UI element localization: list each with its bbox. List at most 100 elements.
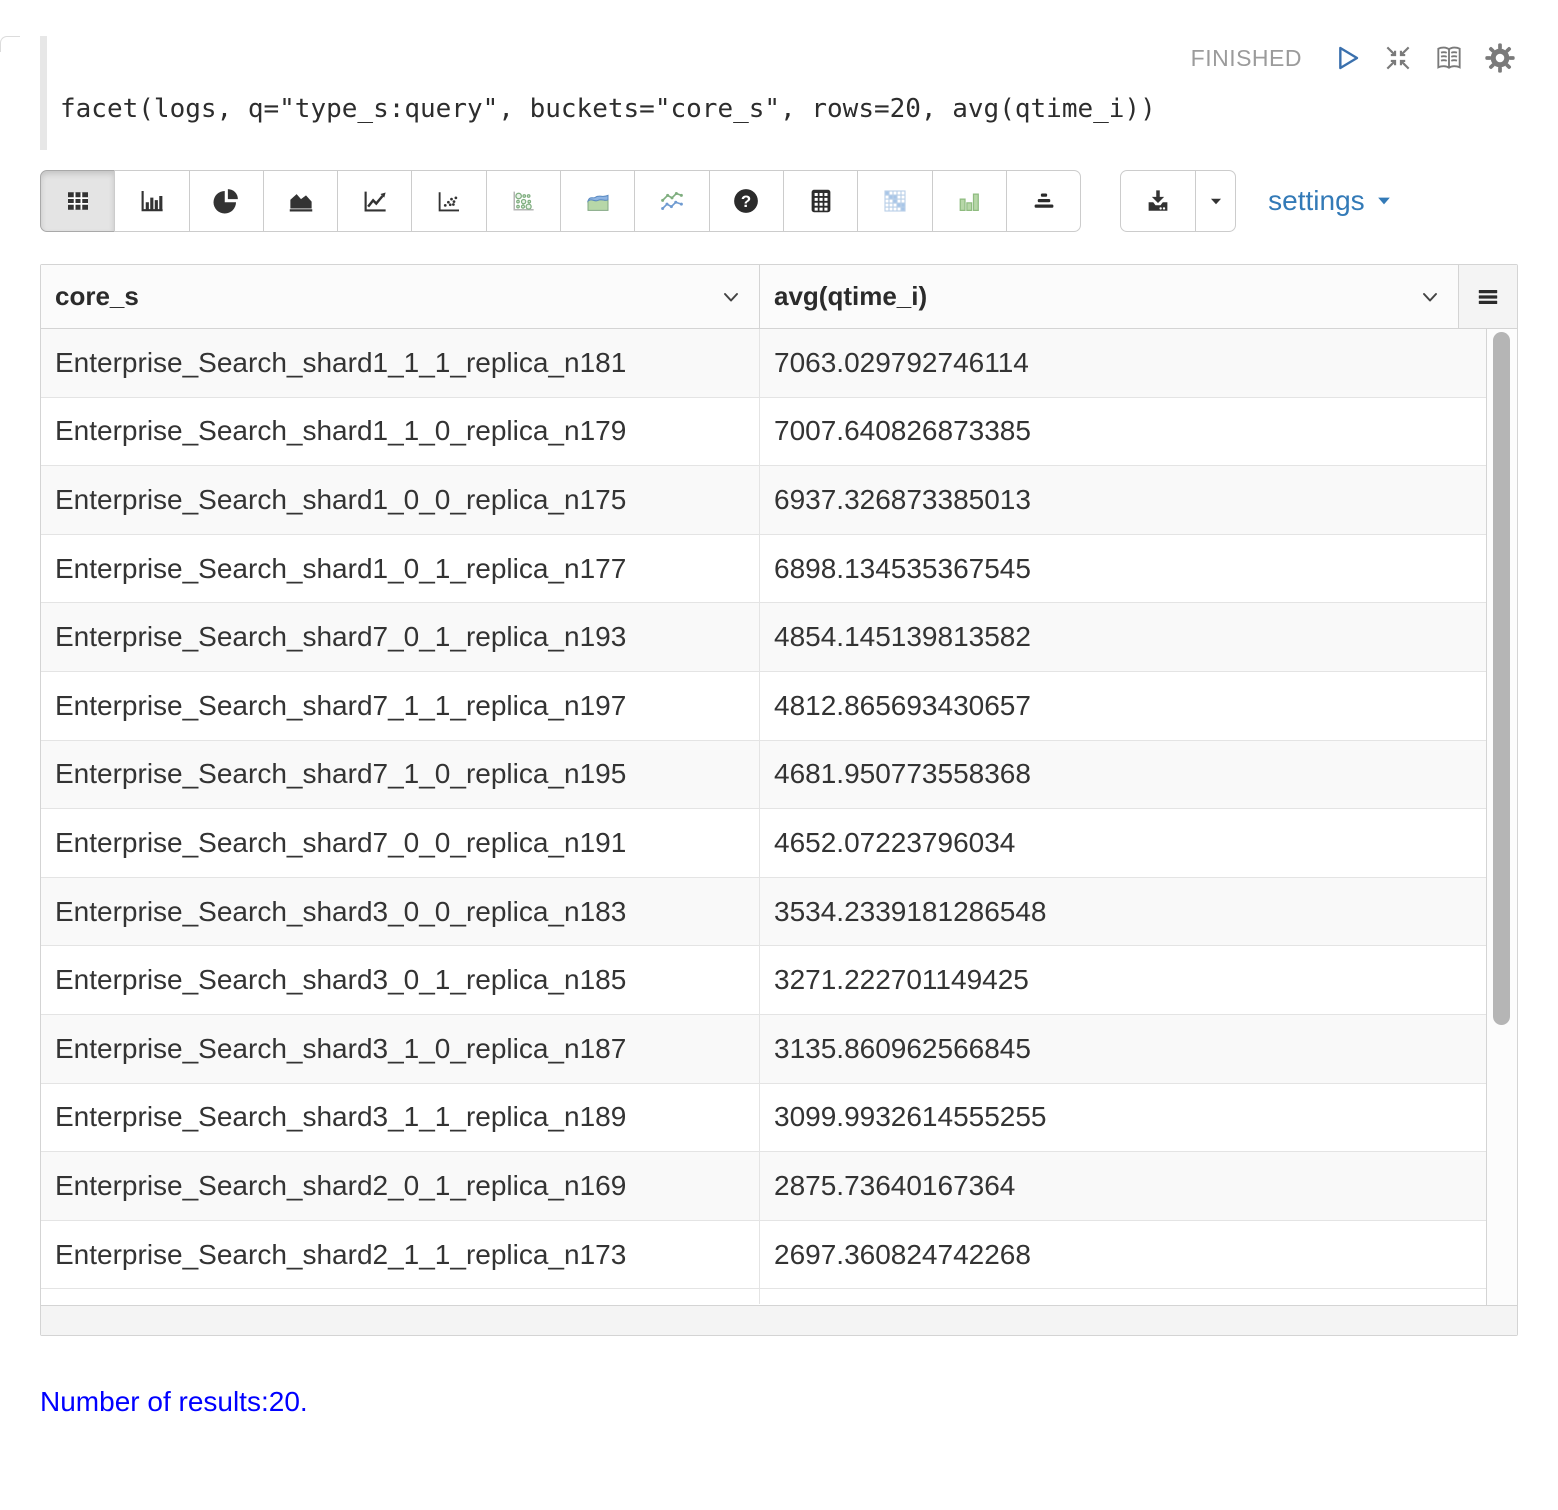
heatmap-icon bbox=[880, 186, 910, 216]
table-row: Enterprise_Search_shard3_0_1_replica_n18… bbox=[41, 946, 1486, 1015]
result-toolbar: ? bbox=[40, 170, 1518, 232]
viz-grid-table-button[interactable] bbox=[783, 170, 858, 232]
table-row: Enterprise_Search_shard7_1_1_replica_n19… bbox=[41, 672, 1486, 741]
core-s-cell: Enterprise_Search_shard1_0_1_replica_n17… bbox=[41, 535, 760, 603]
table-row: Enterprise_Search_shard1_0_0_replica_n17… bbox=[41, 466, 1486, 535]
caret-down-icon bbox=[1205, 190, 1227, 212]
table-row: Enterprise_Search_shard1_0_1_replica_n17… bbox=[41, 535, 1486, 604]
avg-qtime-cell: 4854.145139813582 bbox=[760, 603, 1486, 671]
core-s-cell: Enterprise_Search_shard3_0_1_replica_n18… bbox=[41, 946, 760, 1014]
paragraph-settings-button[interactable] bbox=[1482, 40, 1518, 76]
table-body: Enterprise_Search_shard1_1_1_replica_n18… bbox=[41, 329, 1517, 1305]
scatter-chart-icon bbox=[434, 186, 464, 216]
table-row: Enterprise_Search_shard2_1_1_replica_n17… bbox=[41, 1221, 1486, 1290]
table-row: Enterprise_Search_shard7_0_0_replica_n19… bbox=[41, 809, 1486, 878]
gear-icon bbox=[1484, 42, 1516, 74]
bubble-chart-icon bbox=[508, 186, 538, 216]
grid-menu-button[interactable] bbox=[1459, 265, 1517, 328]
table-row: Enterprise_Search_shard3_1_1_replica_n18… bbox=[41, 1084, 1486, 1153]
table-row: Enterprise_Search_shard7_1_0_replica_n19… bbox=[41, 741, 1486, 810]
core-s-cell: Enterprise_Search_shard3_0_0_replica_n18… bbox=[41, 878, 760, 946]
viz-scatter-chart-button[interactable] bbox=[411, 170, 486, 232]
table-row: Enterprise_Search_shard3_1_0_replica_n18… bbox=[41, 1015, 1486, 1084]
run-button[interactable] bbox=[1329, 40, 1365, 76]
download-group bbox=[1120, 170, 1236, 232]
core-s-cell: Enterprise_Search_shard1_1_1_replica_n18… bbox=[41, 329, 760, 397]
core-s-cell: Enterprise_Search_shard1_1_0_replica_n17… bbox=[41, 398, 760, 466]
chevron-down-icon[interactable] bbox=[1418, 285, 1442, 309]
viz-heatmap-button[interactable] bbox=[857, 170, 932, 232]
avg-qtime-cell: 3271.222701149425 bbox=[760, 946, 1486, 1014]
pyramid-chart-icon bbox=[1029, 186, 1059, 216]
play-icon bbox=[1331, 42, 1363, 74]
paragraph-status: FINISHED bbox=[1191, 45, 1302, 72]
table-row: Enterprise_Search_shard1_1_0_replica_n17… bbox=[41, 398, 1486, 467]
code-editor-block: FINISHED bbox=[40, 36, 1518, 150]
caret-down-icon bbox=[1374, 191, 1394, 211]
bar-chart-icon bbox=[137, 186, 167, 216]
viz-help-button[interactable]: ? bbox=[709, 170, 784, 232]
download-button[interactable] bbox=[1120, 170, 1196, 232]
viz-pyramid-chart-button[interactable] bbox=[1006, 170, 1081, 232]
avg-qtime-cell: 4652.07223796034 bbox=[760, 809, 1486, 877]
column-label: core_s bbox=[55, 281, 139, 312]
table-row: Enterprise_Search_shard3_0_0_replica_n18… bbox=[41, 878, 1486, 947]
chevron-down-icon[interactable] bbox=[719, 285, 743, 309]
core-s-cell: Enterprise_Search_shard1_0_0_replica_n17… bbox=[41, 466, 760, 534]
core-s-cell: Enterprise_Search_shard2_0_1_replica_n16… bbox=[41, 1152, 760, 1220]
table-icon bbox=[63, 186, 93, 216]
toggle-editor-button[interactable] bbox=[1431, 40, 1467, 76]
avg-qtime-cell: 6937.326873385013 bbox=[760, 466, 1486, 534]
column-chart-icon bbox=[954, 186, 984, 216]
avg-qtime-cell: 2697.360824742268 bbox=[760, 1221, 1486, 1289]
book-icon bbox=[1433, 42, 1465, 74]
avg-qtime-cell: 3534.2339181286548 bbox=[760, 878, 1486, 946]
table-row: Enterprise_Search_shard1_1_1_replica_n18… bbox=[41, 329, 1486, 398]
viz-line-chart-button[interactable] bbox=[337, 170, 412, 232]
collapse-icon bbox=[1382, 42, 1414, 74]
results-table: core_s avg(qtime_i) Enterprise_Search_sh… bbox=[40, 264, 1518, 1336]
code-editor[interactable]: facet(logs, q="type_s:query", buckets="c… bbox=[60, 94, 1518, 124]
download-dropdown-button[interactable] bbox=[1195, 170, 1236, 232]
viz-bar-chart-button[interactable] bbox=[114, 170, 189, 232]
column-label: avg(qtime_i) bbox=[774, 281, 927, 312]
viz-column-chart-button[interactable] bbox=[932, 170, 1007, 232]
settings-label: settings bbox=[1268, 185, 1365, 217]
collapse-button[interactable] bbox=[1380, 40, 1416, 76]
avg-qtime-cell: 4681.950773558368 bbox=[760, 741, 1486, 809]
table-row-partial bbox=[41, 1289, 1486, 1304]
vertical-scrollbar[interactable] bbox=[1486, 329, 1517, 1305]
line-chart-icon bbox=[360, 186, 390, 216]
core-s-cell: Enterprise_Search_shard2_1_1_replica_n17… bbox=[41, 1221, 760, 1289]
table-header: core_s avg(qtime_i) bbox=[41, 265, 1517, 329]
table-row: Enterprise_Search_shard2_0_1_replica_n16… bbox=[41, 1152, 1486, 1221]
core-s-cell: Enterprise_Search_shard7_1_0_replica_n19… bbox=[41, 741, 760, 809]
avg-qtime-cell: 7007.640826873385 bbox=[760, 398, 1486, 466]
results-count: Number of results:20. bbox=[40, 1386, 1518, 1418]
viz-area-chart-button[interactable] bbox=[263, 170, 338, 232]
stacked-area-chart-icon bbox=[583, 186, 613, 216]
horizontal-scrollbar[interactable] bbox=[41, 1305, 1517, 1335]
core-s-cell: Enterprise_Search_shard3_1_0_replica_n18… bbox=[41, 1015, 760, 1083]
viz-pie-chart-button[interactable] bbox=[189, 170, 264, 232]
multi-line-chart-icon bbox=[657, 186, 687, 216]
viz-multi-line-chart-button[interactable] bbox=[634, 170, 709, 232]
avg-qtime-cell: 3135.860962566845 bbox=[760, 1015, 1486, 1083]
avg-qtime-cell: 3099.9932614555255 bbox=[760, 1084, 1486, 1152]
viz-table-button[interactable] bbox=[40, 170, 115, 232]
download-icon bbox=[1143, 186, 1173, 216]
svg-text:?: ? bbox=[741, 192, 751, 211]
viz-bubble-chart-button[interactable] bbox=[486, 170, 561, 232]
hamburger-menu-icon bbox=[1475, 284, 1501, 310]
viz-type-group: ? bbox=[40, 170, 1081, 232]
table-rows: Enterprise_Search_shard1_1_1_replica_n18… bbox=[41, 329, 1486, 1305]
settings-toggle[interactable]: settings bbox=[1268, 185, 1394, 217]
viz-stacked-area-chart-button[interactable] bbox=[560, 170, 635, 232]
column-header-avg-qtime[interactable]: avg(qtime_i) bbox=[760, 265, 1459, 328]
scrollbar-thumb[interactable] bbox=[1493, 332, 1510, 1025]
area-chart-icon bbox=[286, 186, 316, 216]
pie-chart-icon bbox=[211, 186, 241, 216]
paragraph-control-bar: FINISHED bbox=[60, 36, 1518, 80]
column-header-core-s[interactable]: core_s bbox=[41, 265, 760, 328]
core-s-cell: Enterprise_Search_shard7_0_0_replica_n19… bbox=[41, 809, 760, 877]
